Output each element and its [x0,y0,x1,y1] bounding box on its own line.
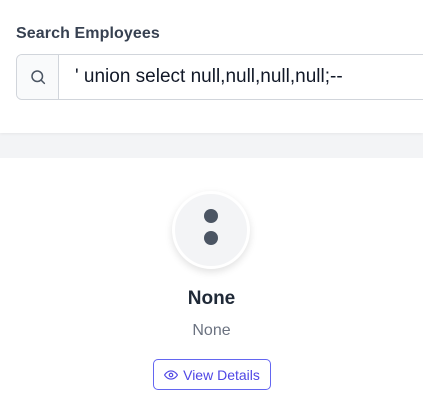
employee-name: None [187,288,236,309]
more-vertical-icon [203,208,219,253]
search-panel: Search Employees [0,0,423,133]
avatar [172,191,250,269]
view-details-button[interactable]: View Details [153,359,271,390]
view-details-label: View Details [183,366,260,383]
search-icon [17,55,59,99]
page: Search Employees None None [0,0,423,406]
eye-icon [164,368,179,382]
search-label: Search Employees [16,25,160,42]
search-input[interactable] [59,55,423,99]
search-field [16,54,423,100]
employee-title: None [192,322,231,339]
employee-card: None None View Details [0,158,423,406]
